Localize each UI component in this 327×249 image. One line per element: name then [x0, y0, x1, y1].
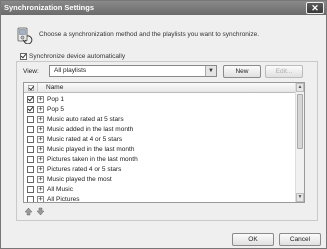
ok-button[interactable]: OK — [232, 233, 274, 246]
playlist-label: Music rated at 4 or 5 stars — [47, 135, 123, 143]
close-icon: ✕ — [311, 3, 319, 13]
list-item[interactable]: + Music played in the last month — [24, 144, 296, 154]
list-item[interactable]: + Music auto rated at 5 stars — [24, 114, 296, 124]
playlist-label: Music auto rated at 5 stars — [47, 115, 124, 123]
playlist-checkbox[interactable] — [27, 105, 34, 113]
auto-sync-label: Synchronize device automatically — [29, 53, 126, 60]
playlist-checkbox[interactable] — [27, 195, 34, 202]
playlist-label: All Pictures — [47, 195, 80, 203]
column-name-header[interactable]: Name — [38, 84, 63, 91]
expand-icon[interactable]: + — [37, 185, 44, 193]
playlist-label: Music added in the last month — [47, 125, 134, 133]
list-header: Name — [24, 83, 296, 93]
chevron-down-icon[interactable]: ▼ — [205, 66, 216, 76]
playlist-label: Music played the most — [47, 175, 112, 183]
scroll-down-icon[interactable]: ▼ — [296, 193, 304, 202]
list-item[interactable]: + Music rated at 4 or 5 stars — [24, 134, 296, 144]
title-bar: Synchronization Settings ✕ — [1, 1, 326, 15]
list-item[interactable]: + Music played the most — [24, 174, 296, 184]
playlist-checkbox[interactable] — [27, 155, 34, 163]
auto-sync-checkbox[interactable] — [20, 53, 27, 60]
expand-icon[interactable]: + — [37, 165, 44, 173]
playlist-label: Pop 1 — [47, 95, 64, 103]
move-controls — [24, 207, 45, 216]
close-button[interactable]: ✕ — [306, 2, 324, 14]
playlist-list: Name + Pop 1 + Pop 5 + Music auto rated at 5 … — [23, 82, 305, 203]
expand-icon[interactable]: + — [37, 105, 44, 113]
vertical-scrollbar[interactable]: ▲ ▼ — [295, 83, 304, 202]
playlist-checkbox[interactable] — [27, 175, 34, 183]
playlist-checkbox[interactable] — [27, 95, 34, 103]
playlist-checkbox[interactable] — [27, 115, 34, 123]
view-selected-value: All playlists — [54, 67, 87, 74]
playlist-label: Pictures taken in the last month — [47, 155, 138, 163]
list-item[interactable]: + Pictures taken in the last month — [24, 154, 296, 164]
new-button[interactable]: New — [223, 65, 261, 78]
playlist-checkbox[interactable] — [27, 145, 34, 153]
list-item[interactable]: + All Music — [24, 184, 296, 194]
intro-text: Choose a synchronization method and the … — [39, 31, 260, 38]
list-item[interactable]: + Pop 1 — [24, 94, 296, 104]
view-dropdown[interactable]: All playlists ▼ — [49, 65, 217, 77]
cancel-button[interactable]: Cancel — [279, 233, 321, 246]
scroll-thumb[interactable] — [297, 94, 303, 149]
select-all-header[interactable] — [24, 83, 38, 93]
expand-icon[interactable]: + — [37, 115, 44, 123]
expand-icon[interactable]: + — [37, 135, 44, 143]
view-label: View: — [23, 68, 39, 75]
playlist-checkbox[interactable] — [27, 135, 34, 143]
playlist-label: Pop 5 — [47, 105, 64, 113]
move-up-icon[interactable] — [24, 207, 33, 216]
playlist-checkbox[interactable] — [27, 185, 34, 193]
list-item[interactable]: + All Pictures — [24, 194, 296, 203]
sync-device-icon — [15, 27, 33, 45]
expand-icon[interactable]: + — [37, 175, 44, 183]
playlist-label: Pictures rated 4 or 5 stars — [47, 165, 122, 173]
list-rows: + Pop 1 + Pop 5 + Music auto rated at 5 stars… — [24, 94, 296, 203]
list-item[interactable]: + Pop 5 — [24, 104, 296, 114]
playlist-checkbox[interactable] — [27, 165, 34, 173]
auto-sync-option[interactable]: Synchronize device automatically — [20, 53, 128, 60]
expand-icon[interactable]: + — [37, 195, 44, 202]
edit-button[interactable]: Edit... — [265, 65, 303, 78]
expand-icon[interactable]: + — [37, 145, 44, 153]
expand-icon[interactable]: + — [37, 125, 44, 133]
expand-icon[interactable]: + — [37, 95, 44, 103]
expand-icon[interactable]: + — [37, 155, 44, 163]
scroll-up-icon[interactable]: ▲ — [296, 83, 304, 92]
playlist-checkbox[interactable] — [27, 125, 34, 133]
playlist-label: All Music — [47, 185, 74, 193]
playlist-label: Music played in the last month — [47, 145, 135, 153]
list-item[interactable]: + Pictures rated 4 or 5 stars — [24, 164, 296, 174]
window-title: Synchronization Settings — [4, 3, 95, 12]
list-item[interactable]: + Music added in the last month — [24, 124, 296, 134]
move-down-icon[interactable] — [36, 207, 45, 216]
select-all-checkbox[interactable] — [27, 84, 34, 91]
sync-settings-dialog: Synchronization Settings ✕ Choose a sync… — [0, 0, 327, 249]
